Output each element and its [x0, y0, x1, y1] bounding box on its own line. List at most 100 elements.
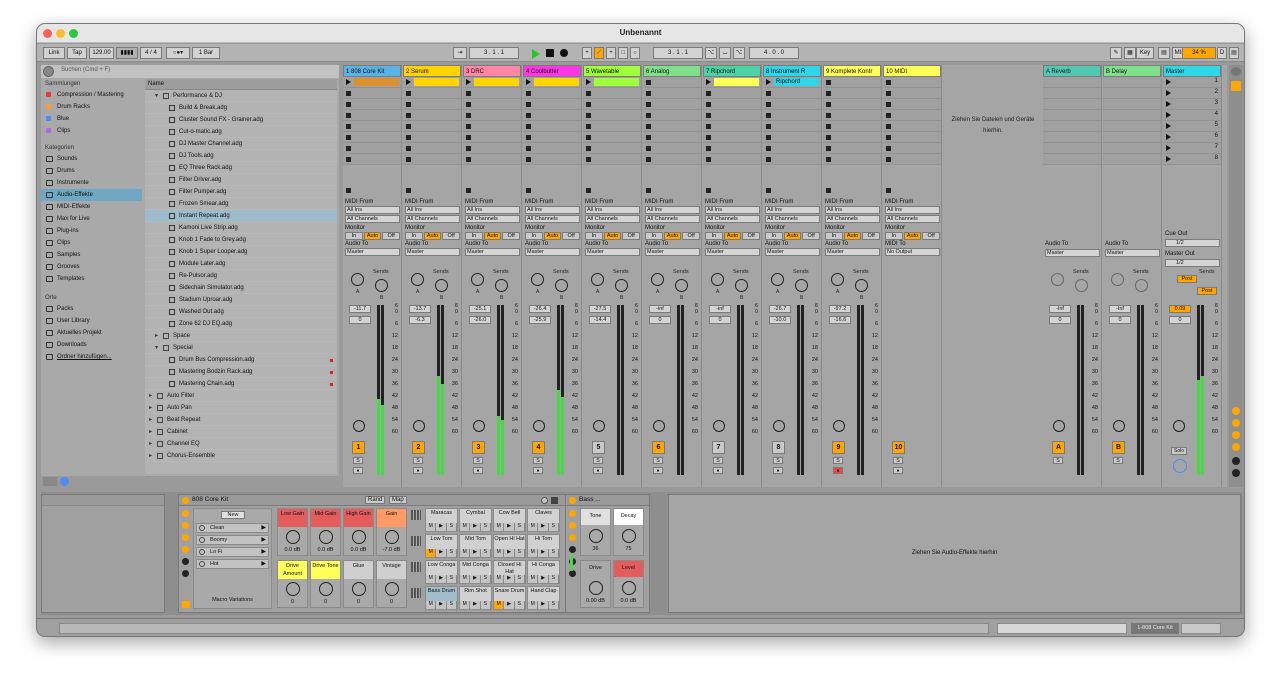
solo-button[interactable]: S	[1113, 457, 1123, 464]
stop-clips-icon[interactable]	[466, 188, 471, 193]
clip[interactable]	[714, 78, 759, 86]
chevron-right-icon[interactable]: ▸	[149, 390, 152, 402]
play-button[interactable]	[532, 49, 540, 59]
drum-pad[interactable]: Cymbal M ▶ S	[459, 508, 492, 532]
stop-slot-icon[interactable]	[586, 113, 591, 118]
clip-slot[interactable]	[463, 77, 521, 88]
rack-chain-toggle-icon[interactable]	[182, 510, 189, 517]
send-a-knob[interactable]	[1111, 273, 1124, 286]
track-header[interactable]: 10 MIDI	[883, 65, 941, 77]
track-header[interactable]: 8 Instrument R	[763, 65, 821, 77]
rack-chain-toggle-icon[interactable]	[182, 546, 189, 553]
stop-slot-icon[interactable]	[646, 102, 651, 107]
bass-param-knob[interactable]	[622, 581, 636, 595]
clip-slot[interactable]	[823, 154, 881, 165]
file-item[interactable]: Frozen Smear.adg	[145, 198, 337, 210]
pad-mute-button[interactable]: M	[494, 523, 505, 531]
monitor-auto-button[interactable]: Auto	[423, 232, 442, 240]
pad-play-button[interactable]: ▶	[470, 523, 481, 531]
pad-solo-button[interactable]: S	[480, 601, 491, 609]
chain-toggle-icon[interactable]	[569, 570, 576, 577]
send-b-knob[interactable]	[435, 279, 448, 292]
send-b-knob[interactable]	[495, 279, 508, 292]
pad-mute-button[interactable]: M	[460, 549, 471, 557]
file-item[interactable]: Mastering Bodzin Rack.adg	[145, 366, 337, 378]
pan-knob[interactable]	[593, 420, 605, 432]
stop-slot-icon[interactable]	[766, 157, 771, 162]
pad-mute-button[interactable]: M	[528, 549, 539, 557]
pad-play-button[interactable]: ▶	[436, 549, 447, 557]
clip-slot[interactable]	[1103, 132, 1161, 143]
pad-mute-button[interactable]: M	[426, 549, 437, 557]
midi-from-select[interactable]: All Ins	[645, 206, 700, 214]
send-a-knob[interactable]	[531, 273, 544, 286]
drum-pad[interactable]: Mid Tom M ▶ S	[459, 534, 492, 558]
drum-pad[interactable]: Claves M ▶ S	[527, 508, 560, 532]
stop-slot-icon[interactable]	[346, 157, 351, 162]
send-a-knob[interactable]	[351, 273, 364, 286]
place-item[interactable]: Ordner hinzufügen...	[41, 351, 142, 363]
clip-slot[interactable]	[703, 99, 761, 110]
name-column-header[interactable]: Name	[145, 79, 337, 90]
pad-mute-button[interactable]: M	[494, 575, 505, 583]
volume-field[interactable]: -Inf	[1049, 305, 1071, 313]
clip-slot[interactable]	[343, 121, 401, 132]
midi-from-select[interactable]: All Ins	[525, 206, 580, 214]
stop-slot-icon[interactable]	[826, 124, 831, 129]
clip-slot[interactable]	[643, 143, 701, 154]
stop-slot-icon[interactable]	[706, 146, 711, 151]
stop-slot-icon[interactable]	[826, 113, 831, 118]
sammlung-item[interactable]: Blue	[41, 113, 142, 125]
clip-slot[interactable]	[1103, 99, 1161, 110]
file-item[interactable]: ▸ Chorus-Ensemble	[145, 450, 337, 462]
pan-knob[interactable]	[533, 420, 545, 432]
track-activator-button[interactable]: 8	[772, 441, 785, 454]
recall-icon[interactable]	[199, 549, 205, 555]
rack-chain-toggle-icon[interactable]	[182, 522, 189, 529]
pad-solo-button[interactable]: S	[514, 523, 525, 531]
stop-slot-icon[interactable]	[826, 146, 831, 151]
audio-to-select[interactable]: Master	[705, 248, 760, 256]
midi-channel-select[interactable]: All Channels	[765, 215, 820, 223]
audio-to-select[interactable]: Master	[825, 248, 880, 256]
drum-pad[interactable]: Cow Bell M ▶ S	[493, 508, 526, 532]
pad-play-button[interactable]: ▶	[436, 575, 447, 583]
bass-param-box[interactable]: Tone 36	[580, 508, 611, 556]
launch-scene-icon[interactable]	[1166, 79, 1171, 85]
pan-knob[interactable]	[1173, 420, 1185, 432]
draw-mode-icon[interactable]: ✎	[1110, 47, 1122, 59]
drum-pad[interactable]: Low Tom M ▶ S	[425, 534, 458, 558]
place-item[interactable]: Aktuelles Projekt	[41, 327, 142, 339]
clip-slot[interactable]	[403, 121, 461, 132]
variation-play-icon[interactable]: ▶	[261, 548, 266, 555]
pan-knob[interactable]	[353, 420, 365, 432]
hot-swap-icon[interactable]	[182, 601, 190, 608]
clip-slot[interactable]	[403, 110, 461, 121]
clip-slot[interactable]	[1043, 88, 1101, 99]
rack-chain-toggle-icon[interactable]	[182, 558, 189, 565]
solo-button[interactable]: S	[593, 457, 603, 464]
stop-slot-icon[interactable]	[466, 146, 471, 151]
clip-slot[interactable]	[763, 110, 821, 121]
clip-slot[interactable]	[1103, 110, 1161, 121]
arm-button[interactable]: ●	[353, 467, 363, 474]
stop-slot-icon[interactable]	[406, 157, 411, 162]
clip-slot[interactable]	[823, 143, 881, 154]
track-activator-button[interactable]: 7	[712, 441, 725, 454]
stop-slot-icon[interactable]	[886, 102, 891, 107]
file-item[interactable]: Cluster Sound FX - Grainer.adg	[145, 114, 337, 126]
pad-play-button[interactable]: ▶	[504, 575, 515, 583]
file-item[interactable]: DJ Tools.adg	[145, 150, 337, 162]
session-drop-zone[interactable]: Ziehen Sie Dateien und Geräte hierhin.	[943, 65, 1043, 487]
arrangement-position-field[interactable]: 3 . 1 . 1	[469, 47, 519, 59]
stop-slot-icon[interactable]	[886, 80, 891, 85]
pad-play-button[interactable]: ▶	[538, 575, 549, 583]
launch-scene-icon[interactable]	[1166, 123, 1171, 129]
drum-pad[interactable]: Closed Hi Hat M ▶ S	[493, 560, 526, 584]
stop-slot-icon[interactable]	[346, 135, 351, 140]
macro-knob-box[interactable]: High Gain 0.0 dB	[343, 508, 374, 556]
stop-slot-icon[interactable]	[406, 113, 411, 118]
drum-pad[interactable]: Snare Drum M ▶ S	[493, 586, 526, 610]
clip-slot[interactable]	[583, 99, 641, 110]
audio-to-select[interactable]: Master	[645, 248, 700, 256]
